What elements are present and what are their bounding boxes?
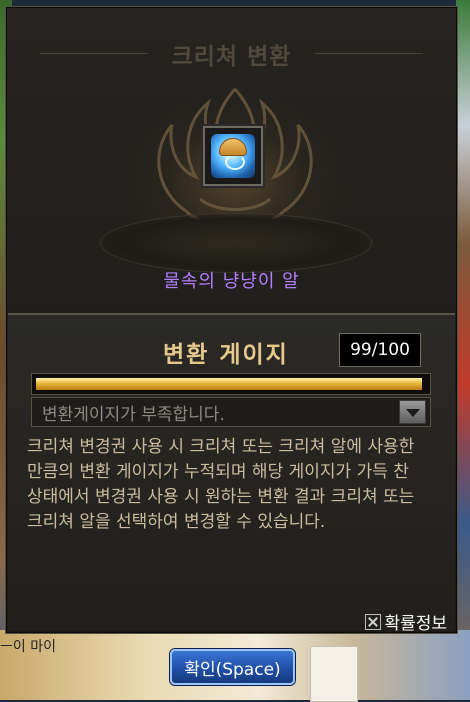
gauge-bar xyxy=(31,373,431,395)
probability-label: 확률정보 xyxy=(384,614,447,634)
confirm-button[interactable]: 확인(Space) xyxy=(170,649,295,685)
background-label: ㅡ이 마이 xyxy=(0,639,56,655)
item-slot[interactable] xyxy=(203,126,263,186)
summon-circle xyxy=(100,213,372,273)
result-select-dropdown[interactable]: 변환게이지가 부족합니다. xyxy=(31,397,431,427)
conversion-gauge-panel: 변환 게이지 99/100 변환게이지가 부족합니다. 크리쳐 변경권 사용 시… xyxy=(8,313,455,634)
window-title: 크리쳐 변환 xyxy=(171,44,292,70)
game-background-right xyxy=(456,0,470,700)
title-divider-right xyxy=(315,53,423,54)
water-creature-egg-icon xyxy=(211,134,255,178)
gauge-title: 변환 게이지 xyxy=(163,342,289,368)
creature-conversion-window: 크리쳐 변환 물속의 냥냥이 알 변환 게이지 99/100 변환게이지가 부족… xyxy=(5,6,458,634)
dropdown-selected-text: 변환게이지가 부족합니다. xyxy=(42,404,225,425)
chevron-down-icon[interactable] xyxy=(399,400,426,424)
background-sign xyxy=(310,646,358,702)
probability-icon xyxy=(365,613,382,630)
gauge-fill xyxy=(36,378,423,390)
description-text: 크리쳐 변경권 사용 시 크리쳐 또는 크리쳐 알에 사용한 만큼의 변환 게이… xyxy=(27,437,415,532)
item-name: 물속의 냥냥이 알 xyxy=(163,271,300,292)
gauge-count: 99/100 xyxy=(339,333,421,367)
water-swirl-shape xyxy=(225,154,245,170)
probability-info-link[interactable]: 확률정보 xyxy=(365,609,447,634)
